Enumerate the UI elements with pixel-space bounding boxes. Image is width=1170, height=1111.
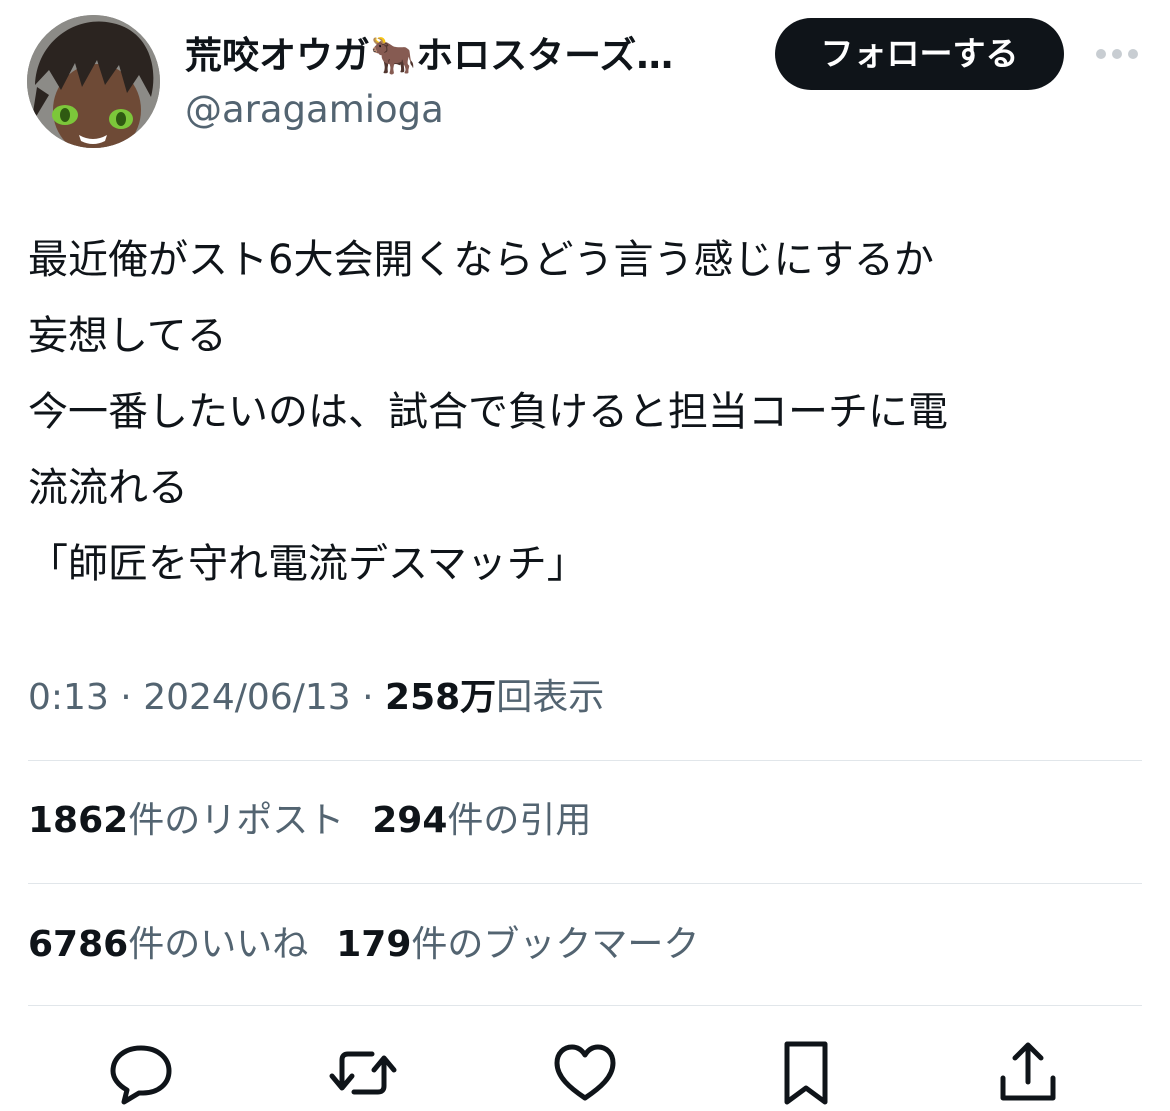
divider <box>28 760 1142 761</box>
heart-icon <box>554 1044 616 1101</box>
tweet-time[interactable]: 0:13 <box>28 677 109 718</box>
reposts-count: 1862 <box>28 800 129 841</box>
avatar-image <box>27 15 160 148</box>
repost-icon <box>329 1051 397 1095</box>
more-horizontal-icon <box>1096 49 1138 59</box>
views-label: 回表示 <box>496 677 605 718</box>
share-icon <box>1000 1042 1056 1101</box>
author-display-name[interactable]: 荒咬オウガ🐂ホロスターズ… <box>185 30 755 82</box>
more-options-button[interactable] <box>1093 40 1141 68</box>
meta-separator: · <box>108 677 144 718</box>
tweet-meta: 0:13 · 2024/06/13 · 258万回表示 <box>28 670 604 726</box>
likes-count: 6786 <box>28 924 129 965</box>
repost-button[interactable] <box>328 1038 398 1108</box>
stats-row-2: 6786件のいいね 179件のブックマーク <box>28 917 727 973</box>
bookmark-icon <box>784 1041 828 1105</box>
follow-button[interactable]: フォローする <box>775 18 1064 90</box>
reply-icon <box>110 1045 172 1105</box>
stats-row-1: 1862件のリポスト 294件の引用 <box>28 793 619 849</box>
divider <box>28 883 1142 884</box>
author-handle[interactable]: @aragamioga <box>185 86 444 134</box>
reposts-label: 件のリポスト <box>128 800 345 841</box>
bookmark-button[interactable] <box>771 1038 841 1108</box>
bookmarks-stat[interactable]: 179件のブックマーク <box>336 924 699 965</box>
reply-button[interactable] <box>106 1038 176 1108</box>
share-button[interactable] <box>993 1038 1063 1108</box>
avatar[interactable] <box>27 15 160 148</box>
tweet-date[interactable]: 2024/06/13 <box>143 677 351 718</box>
quotes-stat[interactable]: 294件の引用 <box>372 800 591 841</box>
meta-separator: · <box>350 677 386 718</box>
divider <box>28 1005 1142 1006</box>
tweet-text: 最近俺がスト6大会開くならどう言う感じにするか 妄想してる 今一番したいのは、試… <box>28 237 948 587</box>
likes-stat[interactable]: 6786件のいいね <box>28 924 308 965</box>
bookmarks-label: 件のブックマーク <box>411 924 700 965</box>
likes-label: 件のいいね <box>128 924 309 965</box>
quotes-label: 件の引用 <box>447 800 592 841</box>
like-button[interactable] <box>550 1038 620 1108</box>
reposts-stat[interactable]: 1862件のリポスト <box>28 800 344 841</box>
views-count: 258万 <box>385 677 497 718</box>
quotes-count: 294 <box>372 800 448 841</box>
bookmarks-count: 179 <box>336 924 412 965</box>
